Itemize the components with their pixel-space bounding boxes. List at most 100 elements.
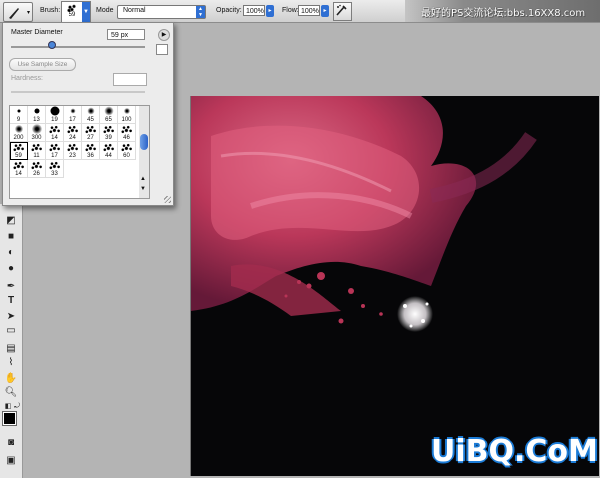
quick-mask-icon[interactable]: ◙ — [4, 436, 18, 450]
scroll-up-icon[interactable]: ▲ — [140, 176, 146, 182]
spatter-brush-icon — [49, 143, 61, 152]
airbrush-toggle[interactable] — [333, 2, 352, 21]
brush-preset-item[interactable]: 26 — [28, 160, 46, 178]
spatter-brush-icon — [67, 143, 79, 152]
brush-label: Brush: — [40, 7, 61, 14]
type-tool-icon[interactable]: T — [4, 294, 18, 308]
brush-grid-scrollbar[interactable]: ▲ ▼ — [139, 105, 150, 199]
tool-preset-picker[interactable]: ▾ — [3, 2, 33, 22]
path-selection-tool-icon[interactable]: ➤ — [4, 310, 18, 324]
master-diameter-slider-track[interactable] — [11, 46, 145, 48]
document-canvas[interactable] — [190, 96, 599, 476]
brush-preset-item[interactable]: 17 — [46, 142, 64, 160]
brush-preset-item[interactable]: 14 — [46, 124, 64, 142]
brush-preset-item[interactable]: 60 — [118, 142, 136, 160]
soft-round-brush-icon — [31, 124, 42, 134]
brush-size-label: 14 — [15, 171, 22, 177]
use-sample-size-button[interactable]: Use Sample Size — [9, 58, 76, 71]
chevron-down-icon: ▾ — [26, 10, 30, 16]
brush-preset-item[interactable]: 45 — [82, 106, 100, 124]
spatter-brush-icon — [31, 161, 43, 170]
brush-preset-item[interactable]: 44 — [100, 142, 118, 160]
spatter-brush-icon — [103, 143, 115, 152]
brush-preset-panel: Master Diameter 59 px ▶ Use Sample Size … — [2, 22, 174, 206]
brush-preset-item[interactable]: 17 — [64, 106, 82, 124]
new-preset-icon[interactable] — [156, 44, 168, 55]
brush-preset-item[interactable]: 19 — [46, 106, 64, 124]
panel-menu-button[interactable]: ▶ — [158, 29, 170, 41]
brush-size-label: 65 — [105, 117, 112, 123]
brush-size-label: 39 — [105, 135, 112, 141]
scroll-down-icon[interactable]: ▼ — [140, 186, 146, 192]
flow-slider-button[interactable]: ▸ — [321, 5, 329, 17]
brush-size-label: 9 — [16, 117, 21, 123]
brush-preset-item[interactable]: 65 — [100, 106, 118, 124]
notes-tool-icon[interactable]: ▤ — [4, 342, 18, 356]
spatter-brush-icon — [67, 4, 77, 12]
shape-tool-icon[interactable]: ▭ — [4, 324, 18, 338]
resize-grip-icon[interactable] — [164, 196, 171, 203]
soft-round-brush-icon — [14, 125, 23, 133]
brush-preset-item[interactable]: 13 — [28, 106, 46, 124]
opacity-input[interactable]: 100% — [243, 5, 265, 16]
master-diameter-slider-knob[interactable] — [48, 41, 56, 49]
hand-tool-icon[interactable]: ✋ — [4, 372, 18, 386]
brush-size-label: 27 — [87, 135, 94, 141]
opacity-slider-button[interactable]: ▸ — [266, 5, 274, 17]
brush-size-label: 45 — [87, 117, 94, 123]
brush-size-label: 100 — [121, 117, 132, 123]
brush-size-label: 17 — [69, 117, 76, 123]
soft-round-brush-icon — [123, 108, 130, 114]
artwork — [191, 96, 537, 332]
brush-preset-item[interactable]: 11 — [28, 142, 46, 160]
brush-preset-item[interactable]: 24 — [64, 124, 82, 142]
pen-tool-icon[interactable]: ✒ — [4, 280, 18, 294]
eraser-tool-icon[interactable]: ◩ — [4, 214, 18, 228]
screen-mode-icon[interactable]: ▣ — [4, 454, 18, 468]
flow-input[interactable]: 100% — [298, 5, 320, 16]
play-arrow-icon: ▶ — [161, 32, 167, 38]
mode-select[interactable]: Normal ▲ ▼ — [117, 5, 206, 19]
master-diameter-label: Master Diameter — [11, 29, 63, 36]
brush-preset-item[interactable]: 36 — [82, 142, 100, 160]
hardness-slider-track[interactable] — [11, 91, 145, 93]
spatter-brush-icon — [103, 125, 115, 134]
blur-tool-icon[interactable]: ◐ — [4, 246, 18, 260]
brush-preset-item[interactable]: 33 — [46, 160, 64, 178]
scrollbar-thumb[interactable] — [140, 134, 148, 150]
chevron-down-icon[interactable]: ▼ — [82, 2, 90, 22]
brush-preset-item[interactable]: 14 — [10, 160, 28, 178]
brush-size-label: 44 — [105, 153, 112, 159]
brush-thumbnail: 59 — [64, 3, 80, 21]
brush-preset-item[interactable]: 23 — [64, 142, 82, 160]
brush-preset-item[interactable]: 9 — [10, 106, 28, 124]
zoom-tool-icon[interactable]: 🔍︎ — [4, 386, 18, 400]
flow-label: Flow: — [282, 7, 299, 14]
spatter-brush-icon — [13, 143, 25, 152]
brush-size-label: 59 — [15, 153, 22, 159]
brush-size-label: 46 — [123, 135, 130, 141]
brush-size-label: 36 — [87, 153, 94, 159]
brush-preset-item[interactable]: 200 — [10, 124, 28, 142]
eyedropper-tool-icon[interactable]: ⌇ — [4, 356, 18, 370]
dodge-tool-icon[interactable]: ● — [4, 262, 18, 276]
brush-preset-item[interactable]: 27 — [82, 124, 100, 142]
mode-value: Normal — [123, 7, 146, 14]
brush-size-value: 59 — [68, 12, 76, 18]
brush-preset-item[interactable]: 39 — [100, 124, 118, 142]
brush-preset-item[interactable]: 59 — [10, 142, 28, 160]
brush-preset-item[interactable]: 300 — [28, 124, 46, 142]
brush-size-label: 11 — [33, 153, 40, 159]
gradient-tool-icon[interactable]: ■ — [4, 230, 18, 244]
brush-size-label: 13 — [33, 117, 40, 123]
hard-round-brush-icon — [50, 106, 59, 116]
brush-preset-grid: 9 13 19 17 45 65 100 200 300 14 24 27 39 46 59 11 17 23 36… — [9, 105, 141, 199]
brush-size-label: 300 — [31, 135, 42, 141]
hardness-input[interactable] — [113, 73, 147, 86]
brush-preset-item[interactable]: 100 — [118, 106, 136, 124]
brush-preset-picker[interactable]: 59 ▼ — [61, 1, 91, 23]
brush-preset-item[interactable]: 46 — [118, 124, 136, 142]
master-diameter-input[interactable]: 59 px — [107, 29, 145, 40]
foreground-color-swatch[interactable] — [2, 411, 17, 426]
brush-tool-icon — [9, 8, 19, 19]
